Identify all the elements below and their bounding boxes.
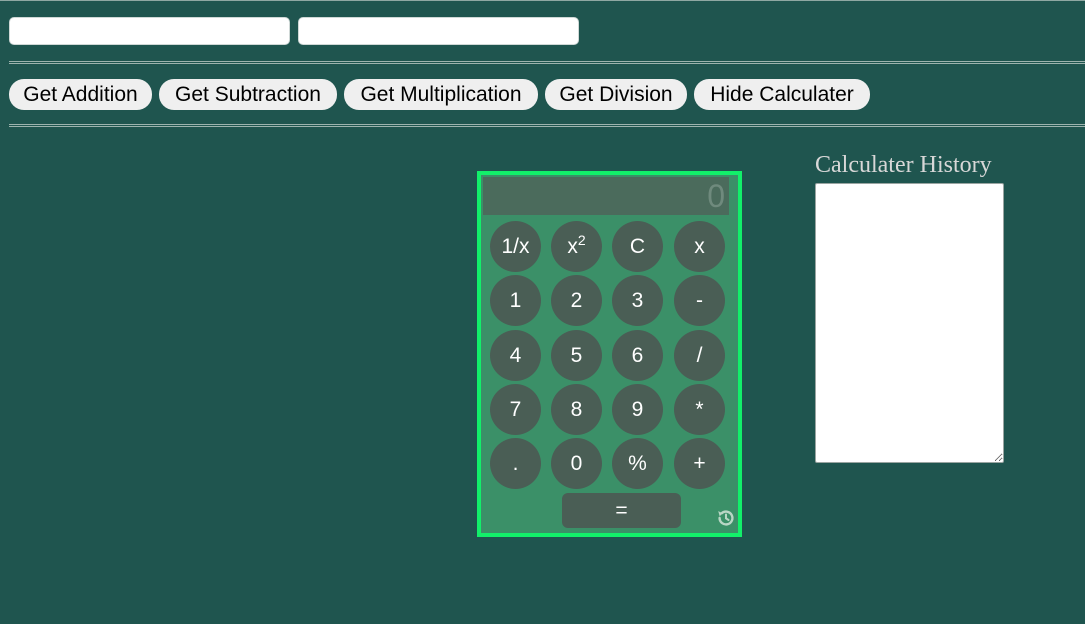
digit-2-key[interactable]: 2 [551, 275, 602, 326]
history-icon[interactable] [715, 507, 737, 529]
digit-4-key[interactable]: 4 [490, 330, 541, 381]
second-number-input[interactable] [298, 17, 579, 45]
square-key[interactable]: x2 [551, 221, 602, 272]
hide-calculator-button[interactable]: Hide Calculater [694, 79, 870, 110]
digit-6-key[interactable]: 6 [612, 330, 663, 381]
digit-0-key[interactable]: 0 [551, 438, 602, 489]
minus-key[interactable]: - [674, 275, 725, 326]
first-number-input[interactable] [9, 17, 290, 45]
percent-key[interactable]: % [612, 438, 663, 489]
get-subtraction-button[interactable]: Get Subtraction [159, 79, 337, 110]
digit-3-key[interactable]: 3 [612, 275, 663, 326]
digit-5-key[interactable]: 5 [551, 330, 602, 381]
get-division-button[interactable]: Get Division [545, 79, 687, 110]
divider [9, 124, 1085, 127]
reciprocal-key[interactable]: 1/x [490, 221, 541, 272]
backspace-key[interactable]: x [674, 221, 725, 272]
digit-1-key[interactable]: 1 [490, 275, 541, 326]
digit-9-key[interactable]: 9 [612, 384, 663, 435]
calculator-display: 0 [483, 177, 729, 215]
history-title: Calculater History [815, 152, 992, 178]
history-textarea[interactable] [815, 183, 1004, 463]
exponent-label: 2 [577, 232, 586, 248]
calculator-panel: 0 1/x x2 Cx 1 2 3-4 5 6/7 8 9 *. 0% + = [477, 171, 742, 537]
divider [9, 61, 1085, 64]
plus-key[interactable]: + [674, 438, 725, 489]
get-multiplication-button[interactable]: Get Multiplication [344, 79, 538, 110]
page-top-edge [0, 0, 1085, 1]
multiply-key[interactable]: * [674, 384, 725, 435]
decimal-key[interactable]: . [490, 438, 541, 489]
divide-key[interactable]: / [674, 330, 725, 381]
get-addition-button[interactable]: Get Addition [9, 79, 152, 110]
equals-button[interactable]: = [562, 493, 681, 528]
clear-key[interactable]: C [612, 221, 663, 272]
digit-7-key[interactable]: 7 [490, 384, 541, 435]
digit-8-key[interactable]: 8 [551, 384, 602, 435]
